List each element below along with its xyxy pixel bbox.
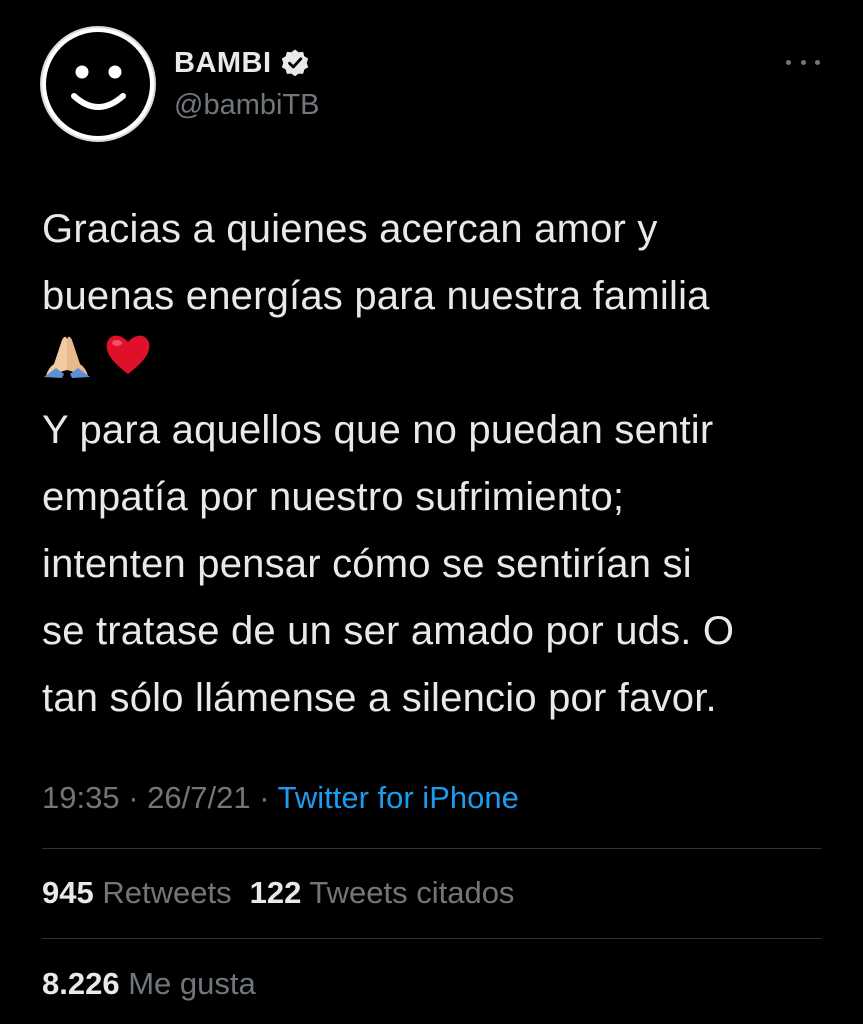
tweet-emoji-line [42, 330, 832, 397]
meta-separator: · [128, 780, 139, 815]
quotes-count: 122 [249, 875, 302, 910]
tweet-text-line: Gracias a quienes acercan amor y [42, 207, 658, 251]
tweet-meta: 19:35 · 26/7/21 · Twitter for iPhone [42, 778, 519, 818]
retweets-stat[interactable]: 945 Retweets [42, 875, 232, 910]
more-options-icon[interactable] [786, 50, 820, 74]
tweet-text: Gracias a quienes acercan amor y buenas … [42, 196, 832, 732]
avatar[interactable] [40, 26, 156, 142]
engagement-stats-row: 945 Retweets 122 Tweets citados [42, 873, 514, 913]
user-handle[interactable]: @bambiTB [174, 87, 319, 123]
verified-badge-icon [280, 48, 310, 78]
tweet-date[interactable]: 26/7/21 [147, 780, 250, 815]
divider [42, 938, 821, 939]
meta-separator: · [259, 780, 270, 815]
quotes-label: Tweets citados [309, 875, 515, 910]
display-name[interactable]: BAMBI [174, 45, 310, 81]
divider [42, 848, 821, 849]
tweet-text-line: se tratase de un ser amado por uds. O [42, 609, 735, 653]
red-heart-icon [103, 330, 153, 378]
retweets-label: Retweets [102, 875, 232, 910]
tweet-text-line: empatía por nuestro sufrimiento; [42, 475, 625, 519]
quotes-stat[interactable]: 122 Tweets citados [250, 875, 515, 910]
tweet-text-line: intenten pensar cómo se sentirían si [42, 542, 692, 586]
likes-label: Me gusta [128, 966, 256, 1001]
tweet-text-line: buenas energías para nuestra familia [42, 274, 710, 318]
tweet-text-line: Y para aquellos que no puedan sentir [42, 408, 714, 452]
tweet-time[interactable]: 19:35 [42, 780, 120, 815]
folded-hands-icon [42, 330, 92, 378]
likes-stat[interactable]: 8.226 Me gusta [42, 964, 256, 1004]
tweet-text-line: tan sólo llámense a silencio por favor. [42, 676, 717, 720]
smiley-face-icon [42, 28, 154, 140]
likes-count: 8.226 [42, 966, 120, 1001]
tweet-source-link[interactable]: Twitter for iPhone [278, 780, 519, 815]
display-name-text: BAMBI [174, 47, 272, 79]
retweets-count: 945 [42, 875, 94, 910]
